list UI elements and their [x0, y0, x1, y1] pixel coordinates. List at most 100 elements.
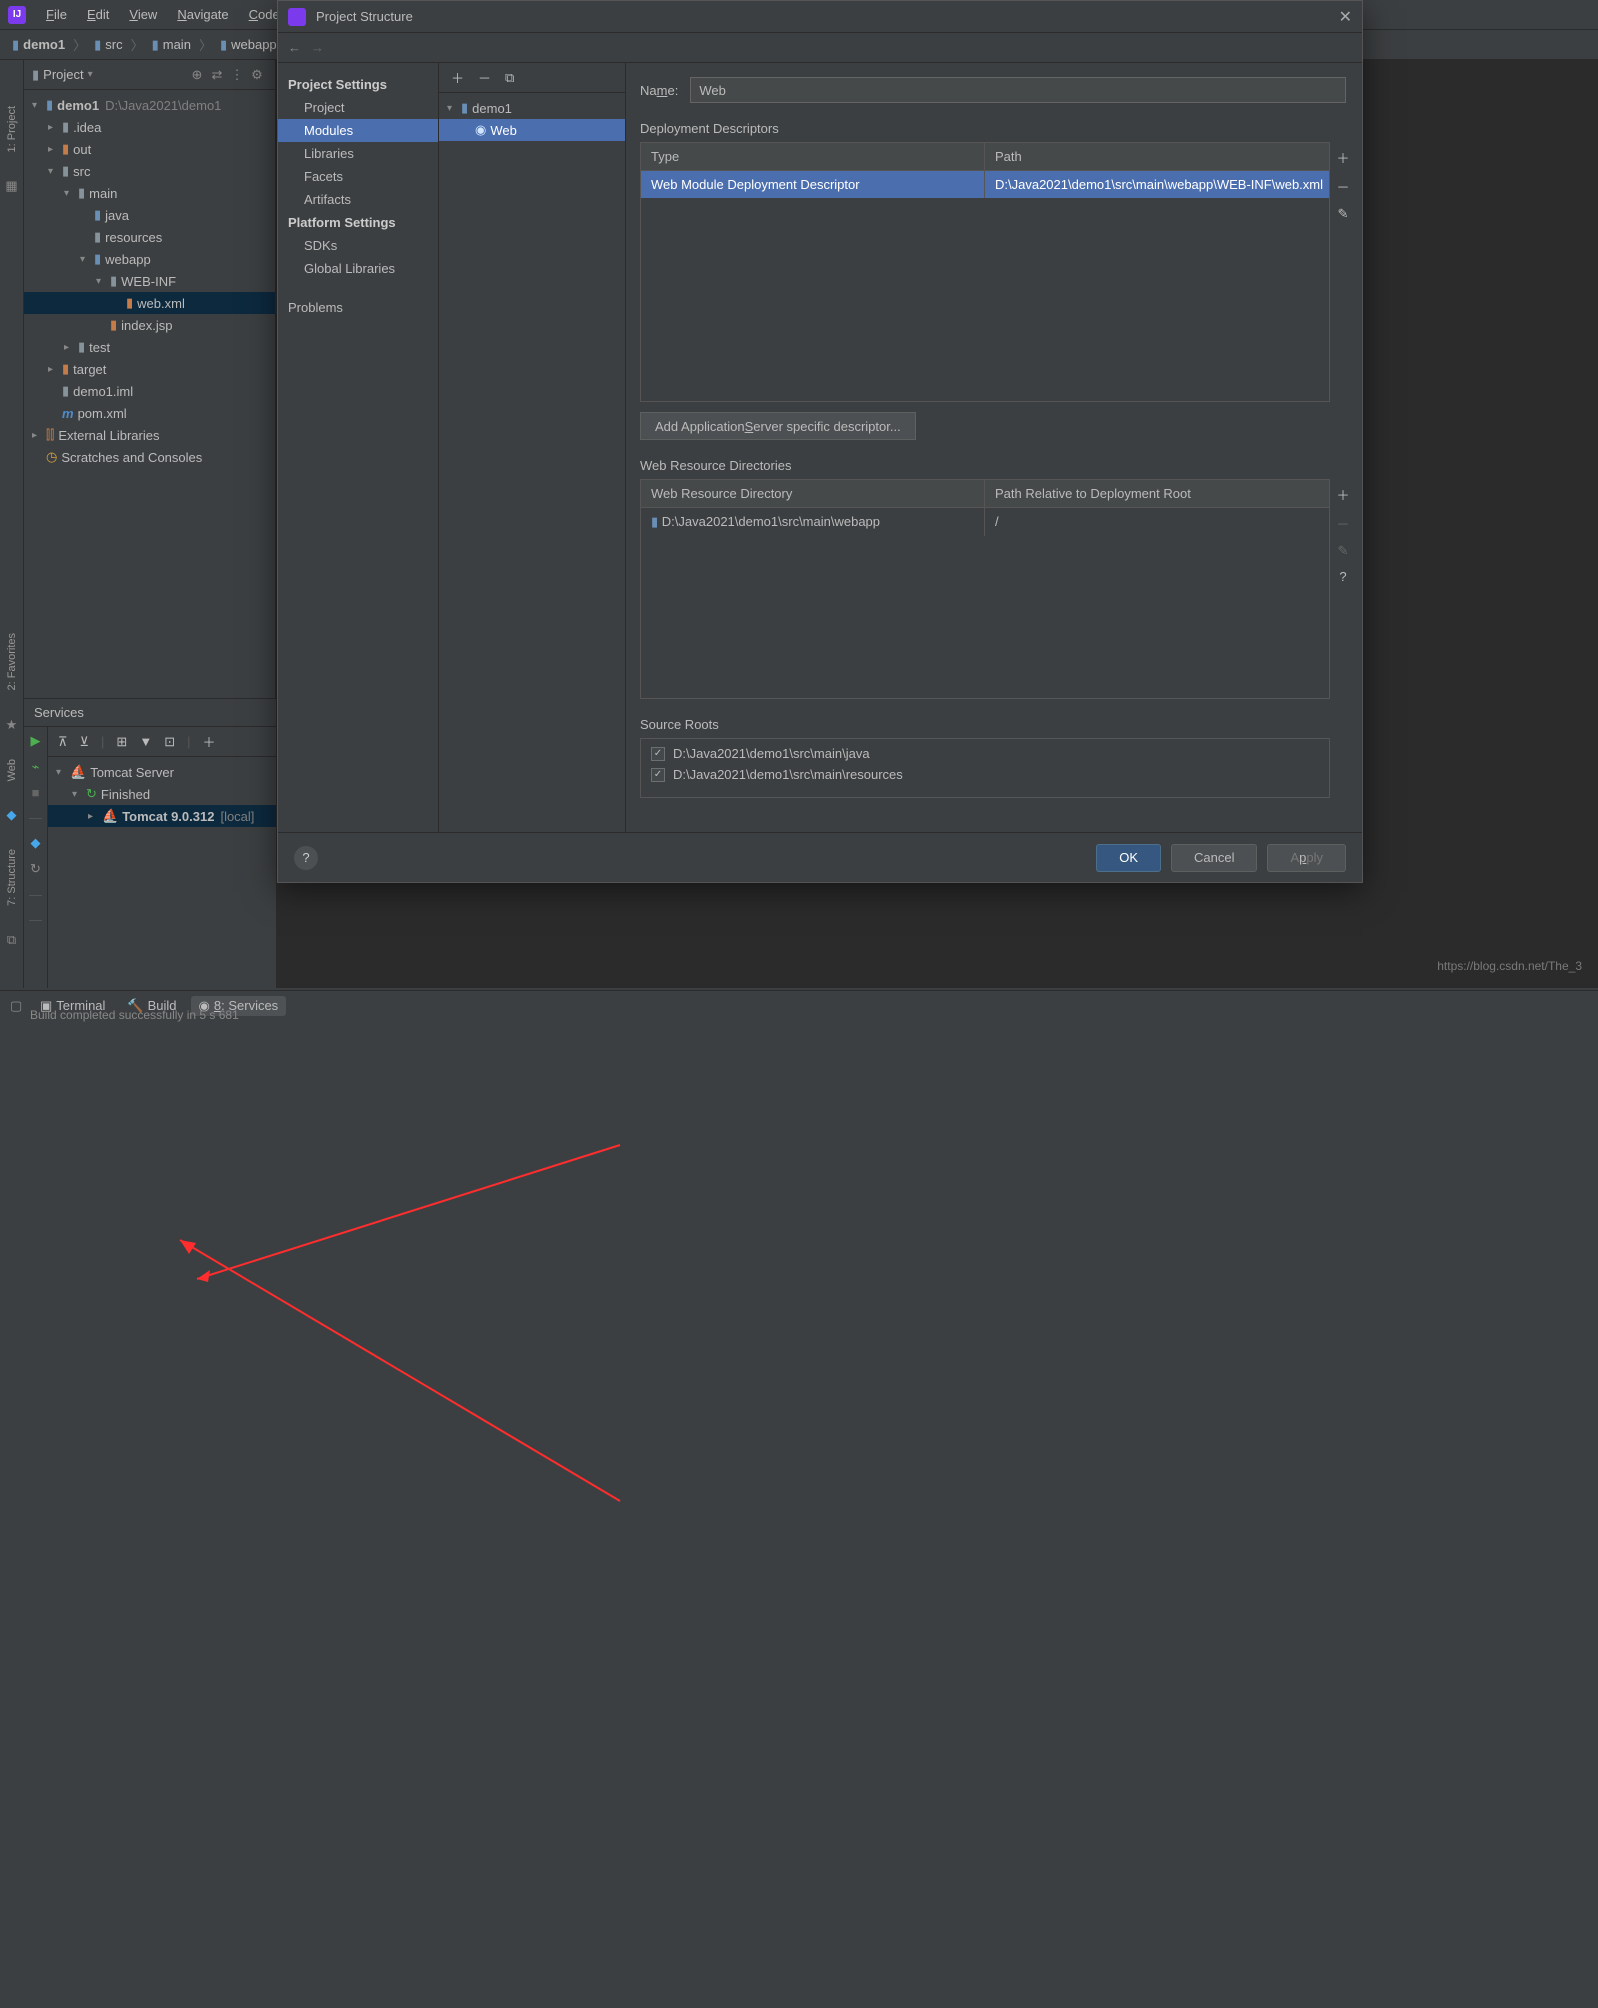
dd-head-type[interactable]: Type	[641, 143, 985, 170]
tree-scratches[interactable]: ◷Scratches and Consoles	[24, 446, 275, 468]
side-libraries[interactable]: Libraries	[278, 142, 438, 165]
wr-table-body[interactable]: ▮ D:\Java2021\demo1\src\main\webapp /	[641, 508, 1329, 698]
gutter-star-icon[interactable]: ★	[6, 717, 18, 733]
dd-head-path[interactable]: Path	[985, 143, 1329, 170]
gutter-web-icon[interactable]: ◆	[7, 807, 17, 823]
cancel-button[interactable]: Cancel	[1171, 844, 1257, 872]
dd-row[interactable]: Web Module Deployment Descriptor D:\Java…	[641, 171, 1329, 198]
side-global-libs[interactable]: Global Libraries	[278, 257, 438, 280]
side-sdks[interactable]: SDKs	[278, 234, 438, 257]
wr-table-head: Web Resource Directory Path Relative to …	[641, 480, 1329, 508]
wr-head-rel[interactable]: Path Relative to Deployment Root	[985, 480, 1329, 507]
collapse-icon[interactable]: ⋮	[227, 65, 247, 85]
svc-collapse-icon[interactable]: ⊻	[80, 734, 90, 750]
tree-java[interactable]: ▮java	[24, 204, 275, 226]
copy-module-icon[interactable]: ⧉	[505, 70, 514, 86]
bug-icon[interactable]: ⌁	[32, 759, 40, 775]
tree-pom[interactable]: mpom.xml	[24, 402, 275, 424]
sr-row1[interactable]: ✓D:\Java2021\demo1\src\main\java	[641, 743, 1329, 764]
svc-refresh-icon[interactable]: ↻	[30, 861, 41, 877]
svc-tomcat[interactable]: ▾⛵Tomcat Server	[48, 761, 276, 783]
tree-root[interactable]: ▾▮demo1D:\Java2021\demo1	[24, 94, 275, 116]
dd-table-body[interactable]: Web Module Deployment Descriptor D:\Java…	[641, 171, 1329, 401]
run-icon[interactable]: ▶	[31, 733, 41, 749]
add-server-descriptor-button[interactable]: Add Application Server specific descript…	[640, 412, 916, 440]
remove-module-icon[interactable]: －	[478, 68, 491, 87]
project-tree[interactable]: ▾▮demo1D:\Java2021\demo1 ▸▮.idea ▸▮out ▾…	[24, 90, 275, 698]
gutter-icon[interactable]: ▦	[5, 178, 17, 194]
svc-run-config[interactable]: ▸⛵Tomcat 9.0.312[local]	[48, 805, 276, 827]
tree-webxml[interactable]: ▮web.xml	[24, 292, 275, 314]
side-facets[interactable]: Facets	[278, 165, 438, 188]
wr-edit-icon[interactable]: ✎	[1338, 543, 1349, 559]
tree-target[interactable]: ▸▮target	[24, 358, 275, 380]
forward-icon[interactable]: →	[311, 40, 324, 55]
wr-head-dir[interactable]: Web Resource Directory	[641, 480, 985, 507]
side-problems[interactable]: Problems	[278, 296, 438, 319]
tree-out[interactable]: ▸▮out	[24, 138, 275, 160]
crumb-main[interactable]: ▮main	[148, 37, 195, 53]
ok-button[interactable]: OK	[1096, 844, 1161, 872]
tree-indexjsp[interactable]: ▮index.jsp	[24, 314, 275, 336]
locate-icon[interactable]: ⊕	[187, 65, 207, 85]
wr-remove-icon[interactable]: －	[1336, 514, 1349, 533]
side-artifacts[interactable]: Artifacts	[278, 188, 438, 211]
dd-edit-icon[interactable]: ✎	[1338, 206, 1349, 222]
source-roots-list[interactable]: ✓D:\Java2021\demo1\src\main\java ✓D:\Jav…	[640, 738, 1330, 798]
svc-group-icon[interactable]: ⊡	[164, 734, 175, 750]
back-icon[interactable]: ←	[288, 40, 301, 55]
gutter-project[interactable]: 1: Project	[6, 100, 18, 158]
dd-add-icon[interactable]: ＋	[1336, 148, 1349, 167]
menu-edit[interactable]: Edit	[77, 3, 119, 26]
module-web[interactable]: ◉Web	[439, 119, 625, 141]
menu-file[interactable]: File	[36, 3, 77, 26]
close-icon[interactable]: ✕	[1339, 7, 1352, 27]
stop-icon[interactable]: ■	[32, 785, 40, 800]
svc-grid-icon[interactable]: ⊞	[116, 734, 127, 750]
gutter-favorites[interactable]: 2: Favorites	[6, 627, 18, 696]
add-module-icon[interactable]: ＋	[451, 68, 464, 87]
menu-navigate[interactable]: Navigate	[167, 3, 238, 26]
help-icon[interactable]: ?	[294, 846, 318, 870]
annotation-arrows	[0, 988, 1598, 2008]
svc-finished[interactable]: ▾↻Finished	[48, 783, 276, 805]
crumb-src[interactable]: ▮src	[90, 37, 127, 53]
crumb-project[interactable]: ▮demo1	[8, 37, 69, 53]
tree-webinf[interactable]: ▾▮WEB-INF	[24, 270, 275, 292]
wr-help-icon[interactable]: ?	[1339, 569, 1346, 584]
gear-icon[interactable]: ⚙	[247, 65, 267, 85]
svc-deploy-icon[interactable]: ◆	[31, 835, 41, 851]
wr-row[interactable]: ▮ D:\Java2021\demo1\src\main\webapp /	[641, 508, 1329, 536]
wr-add-icon[interactable]: ＋	[1336, 485, 1349, 504]
services-tree[interactable]: ▾⛵Tomcat Server ▾↻Finished ▸⛵Tomcat 9.0.…	[48, 757, 276, 831]
tree-webapp[interactable]: ▾▮webapp	[24, 248, 275, 270]
sr-row2[interactable]: ✓D:\Java2021\demo1\src\main\resources	[641, 764, 1329, 785]
tree-iml[interactable]: ▮demo1.iml	[24, 380, 275, 402]
tree-ext-libs[interactable]: ▸⫿⫿External Libraries	[24, 424, 275, 446]
gutter-web[interactable]: Web	[6, 753, 18, 787]
side-project[interactable]: Project	[278, 96, 438, 119]
tree-main[interactable]: ▾▮main	[24, 182, 275, 204]
svc-filter-icon[interactable]: ▼	[139, 734, 152, 749]
side-modules[interactable]: Modules	[278, 119, 438, 142]
checkbox-icon[interactable]: ✓	[651, 747, 665, 761]
name-input[interactable]	[690, 77, 1346, 103]
tree-test[interactable]: ▸▮test	[24, 336, 275, 358]
svc-add-icon[interactable]: ＋	[203, 732, 216, 751]
apply-button[interactable]: Apply	[1267, 844, 1346, 872]
tree-resources[interactable]: ▮resources	[24, 226, 275, 248]
settings-icon[interactable]: ⇄	[207, 65, 227, 85]
gutter-structure[interactable]: 7: Structure	[6, 843, 18, 912]
tree-idea[interactable]: ▸▮.idea	[24, 116, 275, 138]
dd-remove-icon[interactable]: －	[1336, 177, 1349, 196]
dialog-titlebar[interactable]: Project Structure ✕	[278, 1, 1362, 33]
svc-expand-icon[interactable]: ⊼	[58, 734, 68, 750]
checkbox-icon[interactable]: ✓	[651, 768, 665, 782]
statusbar-box-icon[interactable]: ▢	[10, 998, 26, 1014]
project-title[interactable]: Project	[43, 67, 83, 82]
menu-view[interactable]: View	[119, 3, 167, 26]
module-demo1[interactable]: ▾▮demo1	[439, 97, 625, 119]
tree-src[interactable]: ▾▮src	[24, 160, 275, 182]
crumb-webapp[interactable]: ▮webapp	[216, 37, 281, 53]
gutter-structure-icon[interactable]: ⧉	[7, 932, 16, 948]
